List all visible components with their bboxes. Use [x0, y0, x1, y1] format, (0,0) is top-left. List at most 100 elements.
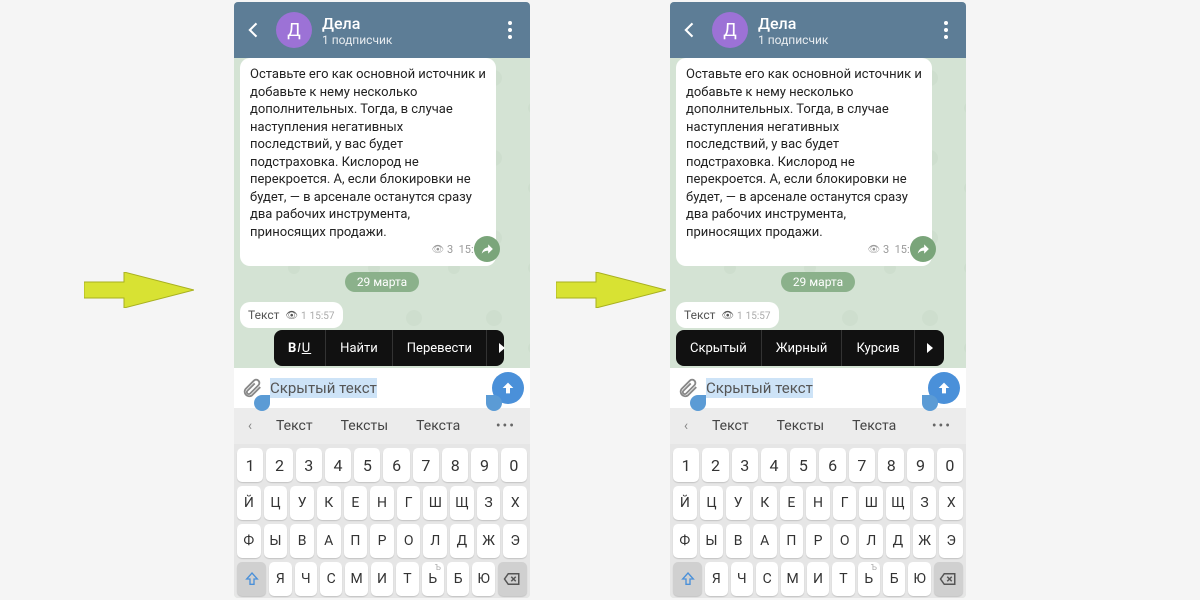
key-7[interactable]: 7: [849, 448, 875, 482]
key-letter[interactable]: Т: [396, 562, 418, 596]
key-letter[interactable]: И: [371, 562, 393, 596]
key-letter[interactable]: Ы: [700, 524, 724, 558]
key-letter[interactable]: К: [317, 486, 341, 520]
key-letter[interactable]: И: [807, 562, 829, 596]
key-letter[interactable]: Ы: [264, 524, 288, 558]
key-6[interactable]: 6: [383, 448, 409, 482]
chat-body[interactable]: Оставьте его как основной источник и доб…: [670, 58, 966, 368]
key-3[interactable]: 3: [732, 448, 758, 482]
key-3[interactable]: 3: [296, 448, 322, 482]
key-4[interactable]: 4: [325, 448, 351, 482]
selection-handle-end[interactable]: [486, 395, 502, 411]
suggestion-1[interactable]: Текст: [262, 418, 327, 434]
message-input[interactable]: Скрытый текст: [264, 379, 492, 397]
key-letter[interactable]: Т: [832, 562, 854, 596]
format-italic-button[interactable]: Курсив: [842, 330, 914, 366]
find-button[interactable]: Найти: [326, 330, 393, 366]
key-letter[interactable]: Л: [859, 524, 883, 558]
chat-body[interactable]: Оставьте его как основной источник и доб…: [234, 58, 530, 368]
key-letter[interactable]: Й: [237, 486, 261, 520]
key-letter[interactable]: Ж: [913, 524, 937, 558]
key-letter[interactable]: Х: [503, 486, 527, 520]
context-more-arrow[interactable]: [915, 343, 945, 353]
key-9[interactable]: 9: [471, 448, 497, 482]
key-letter[interactable]: Г: [833, 486, 857, 520]
key-letter[interactable]: Л: [423, 524, 447, 558]
key-letter[interactable]: Щ: [450, 486, 474, 520]
key-letter[interactable]: Г: [397, 486, 421, 520]
key-6[interactable]: 6: [819, 448, 845, 482]
key-letter[interactable]: А: [317, 524, 341, 558]
key-letter[interactable]: Н: [806, 486, 830, 520]
key-letter[interactable]: Й: [673, 486, 697, 520]
format-bold-button[interactable]: Жирный: [762, 330, 843, 366]
message-bubble[interactable]: Оставьте его как основной источник и доб…: [240, 58, 496, 266]
key-8[interactable]: 8: [442, 448, 468, 482]
key-9[interactable]: 9: [907, 448, 933, 482]
selection-handle-start[interactable]: [690, 395, 706, 411]
key-letter[interactable]: Ч: [731, 562, 753, 596]
key-7[interactable]: 7: [413, 448, 439, 482]
key-letter[interactable]: Р: [370, 524, 394, 558]
message-bubble[interactable]: Оставьте его как основной источник и доб…: [676, 58, 932, 266]
key-letter[interactable]: Б: [447, 562, 469, 596]
key-letter[interactable]: П: [780, 524, 804, 558]
key-0[interactable]: 0: [937, 448, 963, 482]
key-letter[interactable]: Ф: [237, 524, 261, 558]
key-letter[interactable]: Ц: [264, 486, 288, 520]
format-hidden-button[interactable]: Скрытый: [676, 330, 762, 366]
key-letter[interactable]: С: [756, 562, 778, 596]
forward-button[interactable]: [910, 236, 936, 262]
key-1[interactable]: 1: [673, 448, 699, 482]
suggest-more[interactable]: •••: [486, 418, 526, 434]
suggestion-3[interactable]: Текста: [402, 418, 474, 434]
suggestion-3[interactable]: Текста: [838, 418, 910, 434]
key-letter[interactable]: Р: [806, 524, 830, 558]
menu-button[interactable]: [934, 21, 958, 39]
suggestion-2[interactable]: Тексты: [763, 418, 839, 434]
key-letter[interactable]: ЬЪ: [858, 562, 880, 596]
key-2[interactable]: 2: [702, 448, 728, 482]
key-letter[interactable]: У: [290, 486, 314, 520]
chat-avatar[interactable]: Д: [276, 12, 312, 48]
key-letter[interactable]: Ж: [477, 524, 501, 558]
key-letter[interactable]: Н: [370, 486, 394, 520]
key-letter[interactable]: Ф: [673, 524, 697, 558]
key-letter[interactable]: А: [753, 524, 777, 558]
translate-button[interactable]: Перевести: [393, 330, 487, 366]
key-0[interactable]: 0: [501, 448, 527, 482]
suggest-more[interactable]: •••: [922, 418, 962, 434]
key-letter[interactable]: Ю: [908, 562, 930, 596]
key-letter[interactable]: В: [726, 524, 750, 558]
chat-title-block[interactable]: Дела 1 подписчик: [758, 14, 934, 47]
key-letter[interactable]: Ч: [295, 562, 317, 596]
key-letter[interactable]: М: [781, 562, 803, 596]
small-message[interactable]: Текст 👁 1 15:57: [676, 302, 779, 328]
key-1[interactable]: 1: [237, 448, 263, 482]
key-letter[interactable]: С: [320, 562, 342, 596]
key-letter[interactable]: Д: [886, 524, 910, 558]
key-letter[interactable]: Ю: [472, 562, 494, 596]
key-letter[interactable]: П: [344, 524, 368, 558]
menu-button[interactable]: [498, 21, 522, 39]
key-letter[interactable]: З: [913, 486, 937, 520]
key-backspace[interactable]: [498, 562, 527, 596]
key-letter[interactable]: Д: [450, 524, 474, 558]
suggest-back[interactable]: ‹: [238, 418, 262, 434]
suggest-back[interactable]: ‹: [674, 418, 698, 434]
key-letter[interactable]: У: [726, 486, 750, 520]
suggestion-1[interactable]: Текст: [698, 418, 763, 434]
key-letter[interactable]: ЬЪ: [422, 562, 444, 596]
key-5[interactable]: 5: [354, 448, 380, 482]
key-backspace[interactable]: [934, 562, 963, 596]
key-2[interactable]: 2: [266, 448, 292, 482]
key-shift[interactable]: [237, 562, 266, 596]
key-letter[interactable]: М: [345, 562, 367, 596]
context-more-arrow[interactable]: [487, 343, 517, 353]
key-letter[interactable]: В: [290, 524, 314, 558]
key-shift[interactable]: [673, 562, 702, 596]
key-5[interactable]: 5: [790, 448, 816, 482]
key-letter[interactable]: Ш: [859, 486, 883, 520]
message-input[interactable]: Скрытый текст: [700, 379, 928, 397]
key-letter[interactable]: Е: [344, 486, 368, 520]
